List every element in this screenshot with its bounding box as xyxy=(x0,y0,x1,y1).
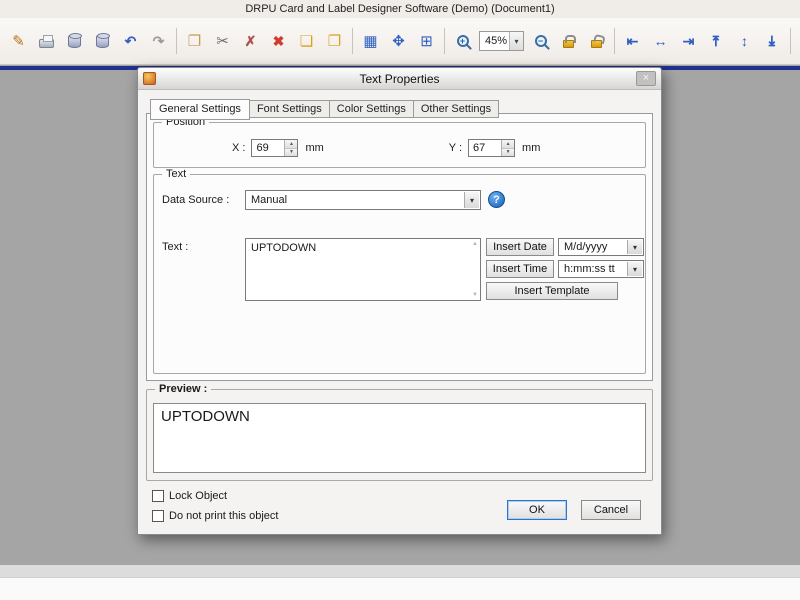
print-icon[interactable] xyxy=(33,27,60,55)
currency-icon[interactable]: $ xyxy=(795,27,800,55)
main-toolbar: ✎ ↶ ↷ ❐ ✂ ✗ ✖ ❏ ❐ ▦ ✥ ⊞ + 45% ▾ − ⇤ ↔ ⇥ … xyxy=(0,18,800,65)
date-format-select[interactable]: M/d/yyyy ▾ xyxy=(558,238,644,256)
align-center-horizontal-icon[interactable]: ↔ xyxy=(647,27,674,55)
time-format-select[interactable]: h:mm:ss tt ▾ xyxy=(558,260,644,278)
toolbar-separator xyxy=(352,28,353,54)
lock-object-label: Lock Object xyxy=(169,490,228,502)
x-unit-label: mm xyxy=(305,142,324,154)
window-titlebar: DRPU Card and Label Designer Software (D… xyxy=(0,0,800,18)
spinner-down-icon[interactable]: ▼ xyxy=(285,148,298,156)
cancel-button[interactable]: Cancel xyxy=(581,500,641,520)
grid-icon[interactable]: ▦ xyxy=(357,27,384,55)
redo-icon[interactable]: ↷ xyxy=(145,27,172,55)
zoom-level-value: 45% xyxy=(485,35,508,47)
align-bottom-icon[interactable]: ⇥ xyxy=(759,28,787,55)
y-position-input[interactable]: 67 ▲ ▼ xyxy=(468,139,516,157)
align-top-icon[interactable]: ⇤ xyxy=(703,28,731,55)
toolbar-separator xyxy=(614,28,616,54)
tab-font-settings[interactable]: Font Settings xyxy=(249,100,330,118)
data-source-value: Manual xyxy=(251,194,288,206)
zoom-out-icon[interactable]: − xyxy=(527,27,554,55)
scroll-up-icon[interactable]: ▲ xyxy=(472,241,478,247)
paste-icon[interactable]: ❏ xyxy=(293,27,320,55)
grid-settings-icon[interactable]: ⊞ xyxy=(413,27,440,55)
toolbar-separator xyxy=(444,28,445,54)
spinner-down-icon[interactable]: ▼ xyxy=(502,148,515,156)
text-properties-dialog: Text Properties × General Settings Font … xyxy=(137,67,662,535)
x-spinner[interactable]: ▲ ▼ xyxy=(284,140,298,156)
cut-icon[interactable]: ✂ xyxy=(209,27,236,55)
delete-object-icon[interactable]: ✗ xyxy=(237,27,264,55)
dialog-titlebar[interactable]: Text Properties × xyxy=(138,68,661,90)
zoom-in-icon[interactable]: + xyxy=(449,27,476,55)
y-spinner[interactable]: ▲ ▼ xyxy=(501,140,515,156)
status-strip xyxy=(0,565,800,577)
x-position-input[interactable]: 69 ▲ ▼ xyxy=(251,139,299,157)
data-source-label: Data Source : xyxy=(162,194,230,206)
x-label: X : xyxy=(232,142,246,154)
spinner-up-icon[interactable]: ▲ xyxy=(285,140,298,149)
data-source-select[interactable]: Manual ▾ xyxy=(245,190,481,210)
chevron-down-icon[interactable]: ▾ xyxy=(509,32,524,50)
scroll-down-icon[interactable]: ▼ xyxy=(472,292,478,298)
tab-bar: General Settings Font Settings Color Set… xyxy=(150,99,500,120)
x-position-value: 69 xyxy=(256,142,269,154)
align-right-icon[interactable]: ⇥ xyxy=(675,27,702,55)
copy-icon[interactable]: ❐ xyxy=(181,27,208,55)
move-icon[interactable]: ✥ xyxy=(385,27,412,55)
do-not-print-row: Do not print this object xyxy=(152,510,278,522)
preview-label: Preview : xyxy=(155,383,212,395)
do-not-print-label: Do not print this object xyxy=(169,510,279,522)
bottom-panel xyxy=(0,577,800,600)
zoom-level-select[interactable]: 45% ▾ xyxy=(479,31,525,51)
chevron-down-icon[interactable]: ▾ xyxy=(627,240,642,254)
align-left-icon[interactable]: ⇤ xyxy=(619,27,646,55)
insert-date-button[interactable]: Insert Date xyxy=(486,238,554,256)
insert-time-button[interactable]: Insert Time xyxy=(486,260,554,278)
tab-general-settings[interactable]: General Settings xyxy=(150,99,250,120)
spinner-up-icon[interactable]: ▲ xyxy=(502,140,515,149)
insert-template-button[interactable]: Insert Template xyxy=(486,282,618,300)
dialog-buttons: OK Cancel xyxy=(507,500,641,520)
preview-box: UPTODOWN xyxy=(153,403,646,473)
preview-text: UPTODOWN xyxy=(161,408,250,425)
close-icon[interactable]: × xyxy=(636,71,656,86)
y-label: Y : xyxy=(448,142,463,154)
lock-icon[interactable] xyxy=(555,27,582,55)
date-format-value: M/d/yyyy xyxy=(564,241,608,253)
text-label: Text : xyxy=(162,241,189,253)
chevron-down-icon[interactable]: ▾ xyxy=(464,192,479,208)
chevron-down-icon[interactable]: ▾ xyxy=(627,262,642,276)
tab-color-settings[interactable]: Color Settings xyxy=(329,100,414,118)
time-format-value: h:mm:ss tt xyxy=(564,263,615,275)
ok-button[interactable]: OK xyxy=(507,500,567,520)
delete-icon[interactable]: ✖ xyxy=(265,27,292,55)
paste-special-icon[interactable]: ❐ xyxy=(321,27,348,55)
dialog-title: Text Properties xyxy=(359,71,440,86)
position-group: Position X : 69 ▲ ▼ mm Y : 67 ▲ ▼ mm xyxy=(153,116,646,168)
lock-object-checkbox[interactable] xyxy=(152,490,164,502)
y-unit-label: mm xyxy=(522,142,541,154)
toolbar-separator xyxy=(790,28,792,54)
align-middle-vertical-icon[interactable]: ↕ xyxy=(731,27,758,55)
edit-document-icon[interactable]: ✎ xyxy=(5,27,32,55)
database-icon[interactable] xyxy=(89,27,116,55)
do-not-print-checkbox[interactable] xyxy=(152,510,164,522)
text-input[interactable]: UPTODOWN ▲ ▼ xyxy=(245,238,481,301)
undo-icon[interactable]: ↶ xyxy=(117,27,144,55)
text-group-label: Text xyxy=(162,168,191,180)
tab-other-settings[interactable]: Other Settings xyxy=(413,100,500,118)
preview-group: Preview : UPTODOWN xyxy=(146,383,653,481)
text-group: Text Data Source : Manual ▾ ? Text : UPT… xyxy=(153,168,646,374)
help-icon[interactable]: ? xyxy=(488,191,505,208)
general-settings-page: Position X : 69 ▲ ▼ mm Y : 67 ▲ ▼ mm Tex… xyxy=(146,113,653,381)
text-input-value: UPTODOWN xyxy=(251,242,317,254)
toolbar-separator xyxy=(176,28,177,54)
y-position-value: 67 xyxy=(473,142,486,154)
lock-object-row: Lock Object xyxy=(152,490,227,502)
window-title: DRPU Card and Label Designer Software (D… xyxy=(245,3,555,15)
database-export-icon[interactable] xyxy=(61,27,88,55)
unlock-icon[interactable] xyxy=(583,27,610,55)
